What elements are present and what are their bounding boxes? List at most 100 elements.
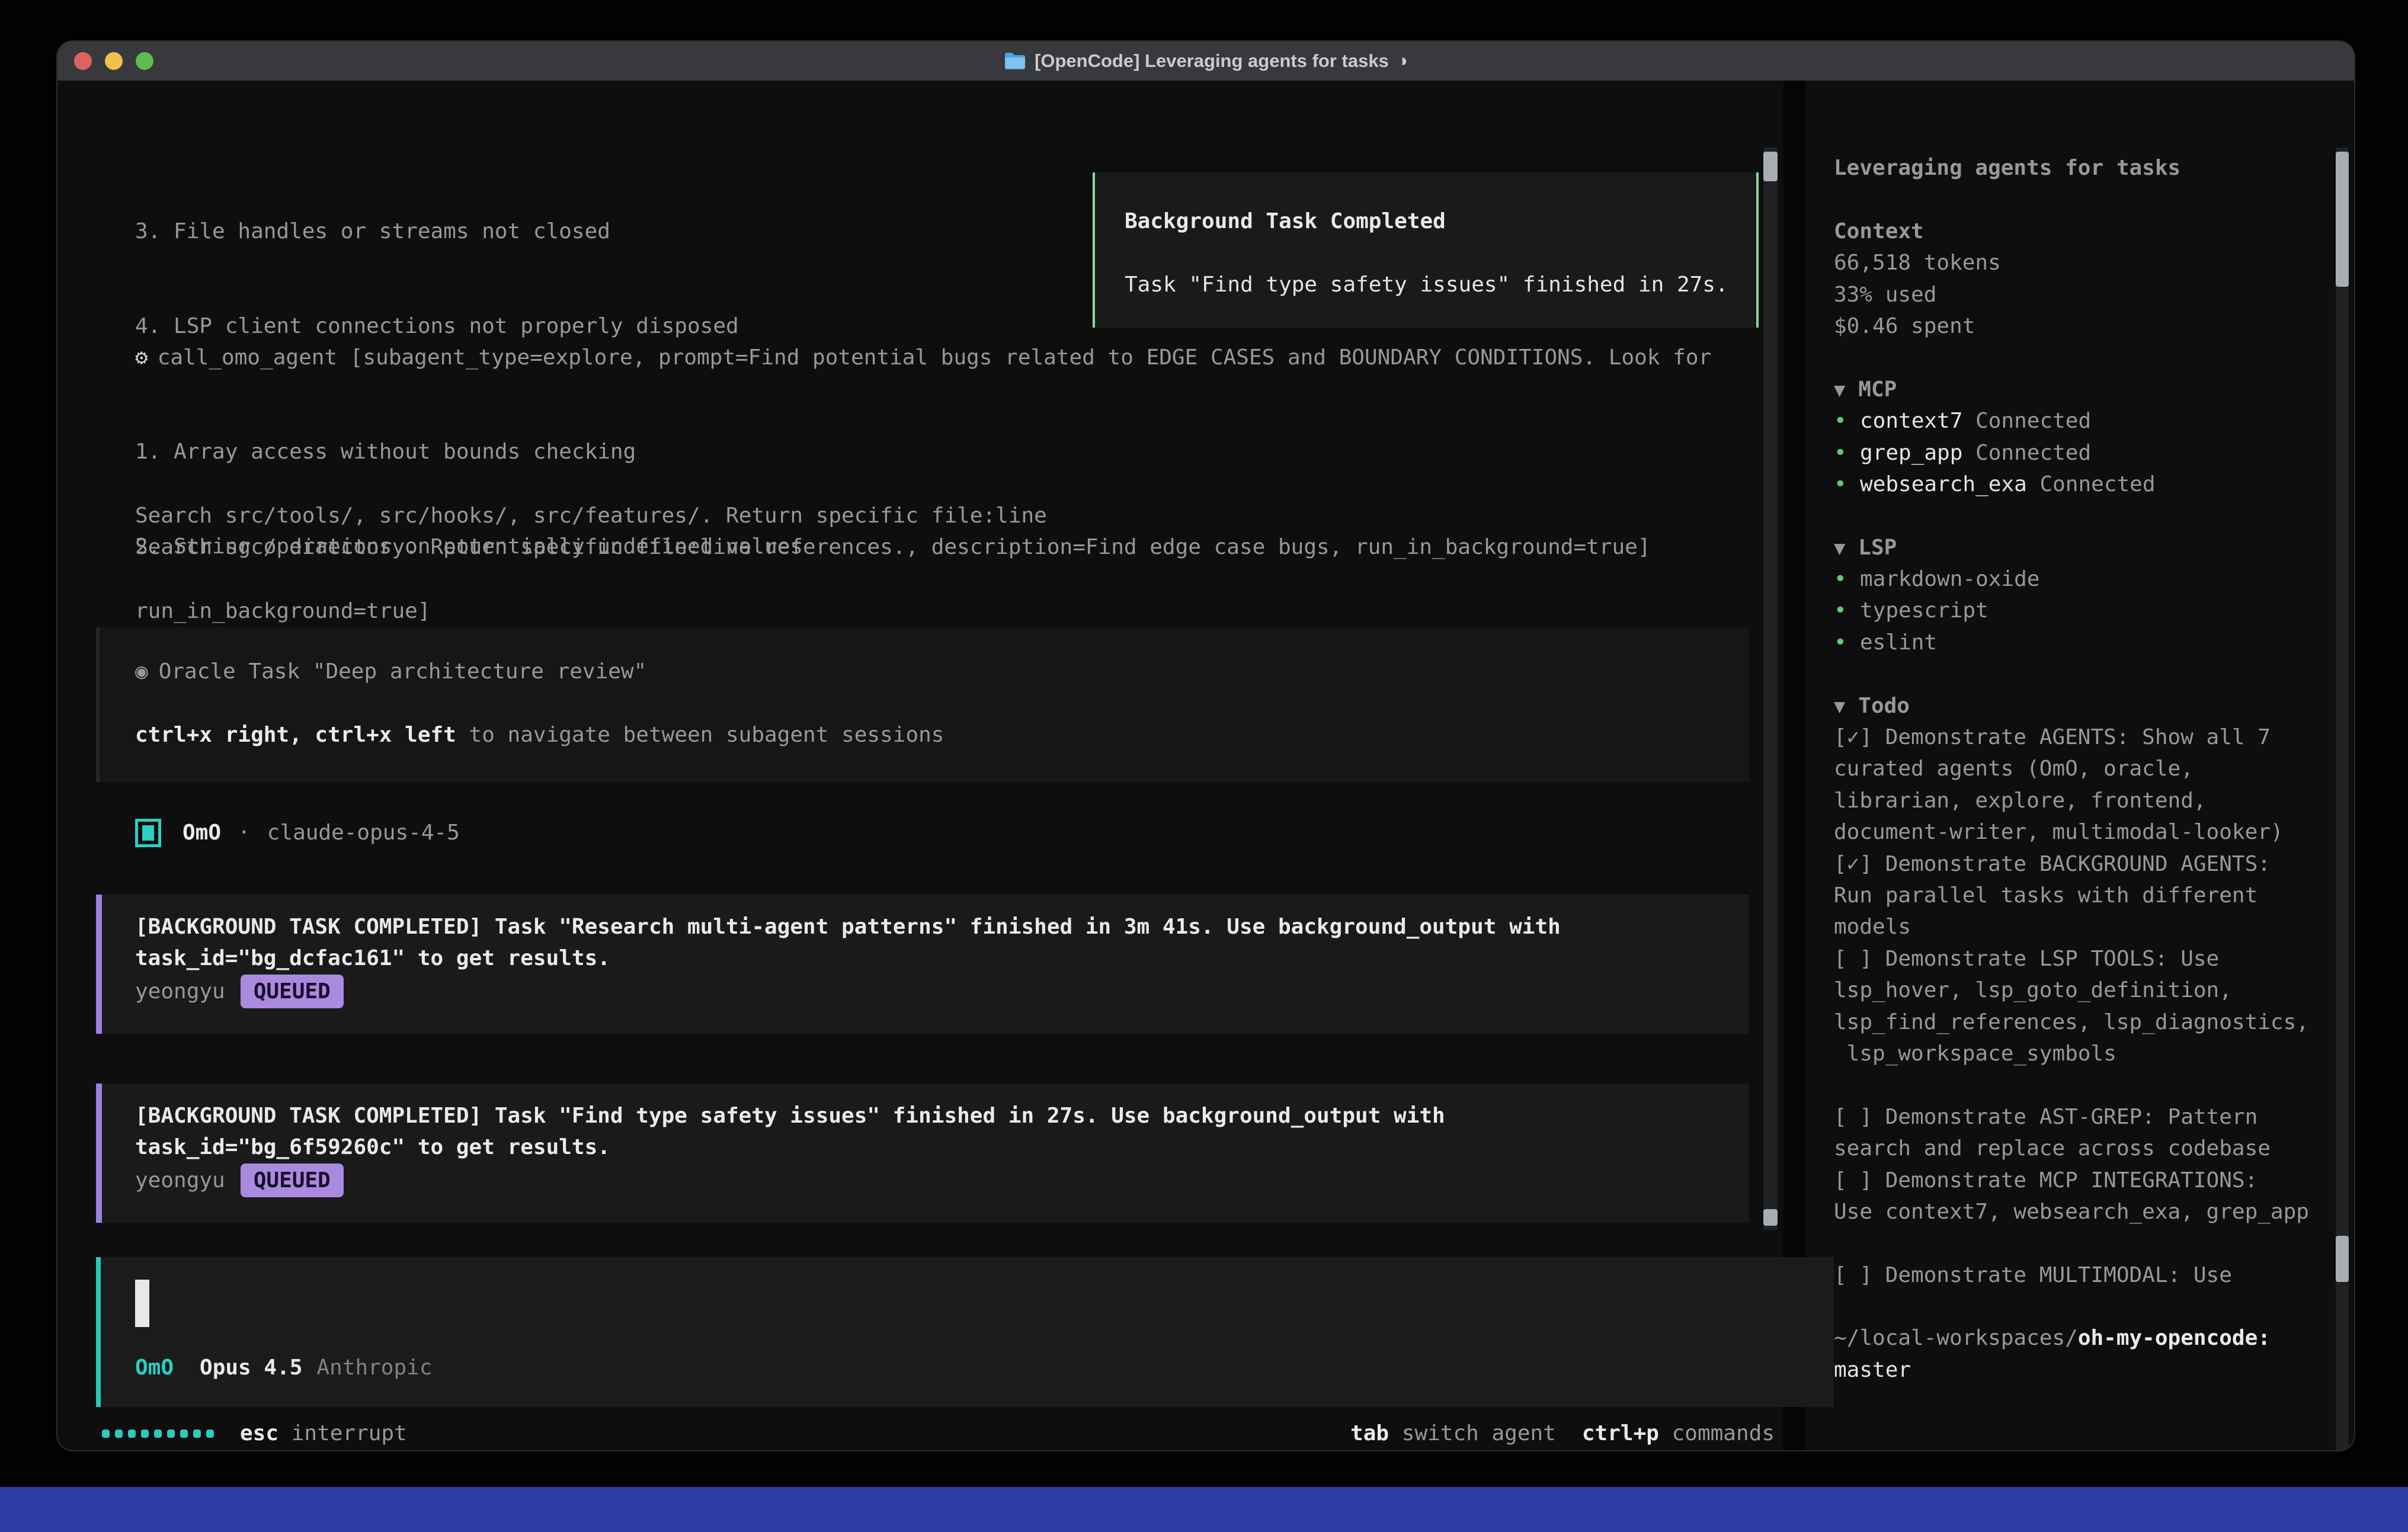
window-title-text: [OpenCode] Leveraging agents for tasks [1035,50,1389,72]
main-scrollbar-thumb[interactable] [1763,1209,1778,1226]
task-message-line1: [BACKGROUND TASK COMPLETED] Task "Find t… [135,1100,1749,1132]
close-button[interactable] [74,52,92,70]
gear-icon: ⚙ [135,342,148,373]
minimize-button[interactable] [105,52,123,70]
context-spent: $0.46 spent [1834,310,2332,342]
mcp-item-name: grep_app [1860,441,1962,465]
agent-message-header: OmO · claude-opus-4-5 [135,817,460,848]
todo-line-pending: [ ] Demonstrate MCP INTEGRATIONS: [1834,1165,2332,1196]
sidebar-scrollbar-thumb[interactable] [2336,1236,2349,1282]
input-model-name[interactable]: Opus 4.5 [200,1352,302,1383]
tool-call-line: ⚙ call_omo_agent [subagent_type=explore,… [135,342,1711,373]
zoom-button[interactable] [136,52,153,70]
status-dot-icon: • [1834,437,1860,469]
blank-line [1834,1291,2332,1322]
status-dot-icon: • [1834,405,1860,437]
input-provider-name: Anthropic [316,1352,432,1383]
task-user: yeongyu [135,1168,225,1193]
mcp-item-name: websearch_exa [1860,472,2027,496]
esc-key: esc [240,1421,278,1446]
transcript-line: 3. File handles or streams not closed [135,216,1047,247]
status-bar: esc interrupt tab switch agentctrl+p com… [102,1418,1775,1450]
lsp-section-header[interactable]: ▼LSP [1834,532,2332,563]
window-titlebar[interactable]: [OpenCode] Leveraging agents for tasks ◑ [57,41,2354,81]
mcp-section-header[interactable]: ▼ MCP [1834,374,2332,405]
status-dot-icon: • [1834,1449,1860,1450]
main-scrollbar-thumb[interactable] [1763,152,1778,181]
background-task-notification: Background Task Completed Task "Find typ… [1093,172,1759,328]
lsp-item: •typescript [1834,595,2332,626]
blank-line [1834,1069,2332,1101]
blank-line [1834,500,2332,531]
mcp-item: •grep_app Connected [1834,437,2332,469]
mcp-item-status: Connected [2039,472,2155,496]
oracle-hint-rest: to navigate between subagent sessions [456,723,944,747]
status-bar-right: tab switch agentctrl+p commands [1350,1418,1775,1450]
task-message-line2: task_id="bg_6f59260c" to get results. [135,1132,1749,1163]
lsp-item-name: eslint [1860,630,1937,655]
queued-badge: QUEUED [241,1164,344,1197]
sidebar: Leveraging agents for tasks Context 66,5… [1834,152,2332,1450]
activity-spinner-dots [102,1430,214,1438]
terminal-content: 3. File handles or streams not closed 4.… [57,81,2354,1450]
lsp-item-name: typescript [1860,598,1988,623]
sidebar-scrollbar-thumb[interactable] [2336,152,2349,287]
esc-label: interrupt [292,1421,407,1446]
mcp-item: •websearch_exa Connected [1834,469,2332,500]
blank-line [1834,1227,2332,1259]
lsp-item-name: markdown-oxide [1860,567,2039,591]
agent-model: claude-opus-4-5 [267,817,460,848]
todo-line-done: Run parallel tasks with different [1834,880,2332,911]
notification-title: Background Task Completed [1125,206,1756,237]
lsp-item: •eslint [1834,627,2332,658]
blank-line [1834,342,2332,373]
chevron-down-icon: ▼ [1834,374,1845,406]
tab-key: tab [1350,1418,1389,1449]
status-dot-icon: • [1834,563,1860,595]
todo-line-pending: Use context7, websearch_exa, grep_app [1834,1196,2332,1227]
notification-spacer [1125,237,1756,268]
oracle-title: Oracle Task "Deep architecture review" [159,659,647,684]
status-dot-icon: • [1834,469,1860,500]
main-scrollbar-track[interactable] [1763,148,1778,1230]
todo-line-done: document-writer, multimodal-looker) [1834,816,2332,848]
tab-label: switch agent [1402,1418,1556,1449]
mcp-item-name: context7 [1860,409,1962,433]
workspace-path: ~/local-workspaces/oh-my-opencode: [1834,1322,2332,1354]
bug-list-item: 1. Array access without bounds checking [135,436,957,467]
separator-dot: · [238,817,251,848]
tool-call-text: call_omo_agent [subagent_type=explore, p… [158,342,1712,373]
todo-line-done: librarian, explore, frontend, [1834,785,2332,816]
window-title: [OpenCode] Leveraging agents for tasks ◑ [1004,50,1408,72]
context-heading: Context [1834,216,2332,247]
mcp-heading-label: MCP [1858,377,1897,402]
task-message: [BACKGROUND TASK COMPLETED] Task "Resear… [96,895,1749,1034]
todo-line-done: [✓] Demonstrate AGENTS: Show all 7 [1834,722,2332,753]
blank-line [1834,184,2332,215]
oracle-hint-line: ctrl+x right, ctrl+x left to navigate be… [135,719,1749,751]
sidebar-session-title: Leveraging agents for tasks [1834,152,2332,184]
traffic-lights [74,41,153,81]
folder-icon [1004,52,1026,70]
blank-line [1834,1418,2332,1449]
context-tokens: 66,518 tokens [1834,247,2332,278]
todo-line-pending: [ ] Demonstrate AST-GREP: Pattern [1834,1101,2332,1133]
ctrlp-label: commands [1672,1418,1775,1449]
mcp-item-status: Connected [1975,441,2091,465]
todo-section-header[interactable]: ▼Todo [1834,690,2332,722]
todo-line-active: lsp_workspace_symbols [1834,1038,2332,1069]
todo-line-active: [ ] Demonstrate LSP TOOLS: Use [1834,943,2332,975]
record-icon: ◉ [135,659,148,684]
search-directory-line: Search src/ directory. Return specific f… [135,531,1651,563]
lsp-heading-label: LSP [1858,536,1897,560]
input-agent-name: OmO [135,1352,174,1383]
todo-line-pending: search and replace across codebase [1834,1133,2332,1164]
chevron-down-icon: ▼ [1834,691,1845,722]
task-message-line2: task_id="bg_dcfac161" to get results. [135,943,1749,974]
queued-badge: QUEUED [241,975,344,1008]
task-message-line1: [BACKGROUND TASK COMPLETED] Task "Resear… [135,911,1749,943]
prompt-input[interactable]: OmO Opus 4.5 Anthropic [96,1257,1834,1407]
workspace-path-prefix: ~/local-workspaces/ [1834,1326,2078,1350]
todo-line-pending: [ ] Demonstrate MULTIMODAL: Use [1834,1259,2332,1291]
oracle-hint-keys: ctrl+x right, ctrl+x left [135,723,456,747]
